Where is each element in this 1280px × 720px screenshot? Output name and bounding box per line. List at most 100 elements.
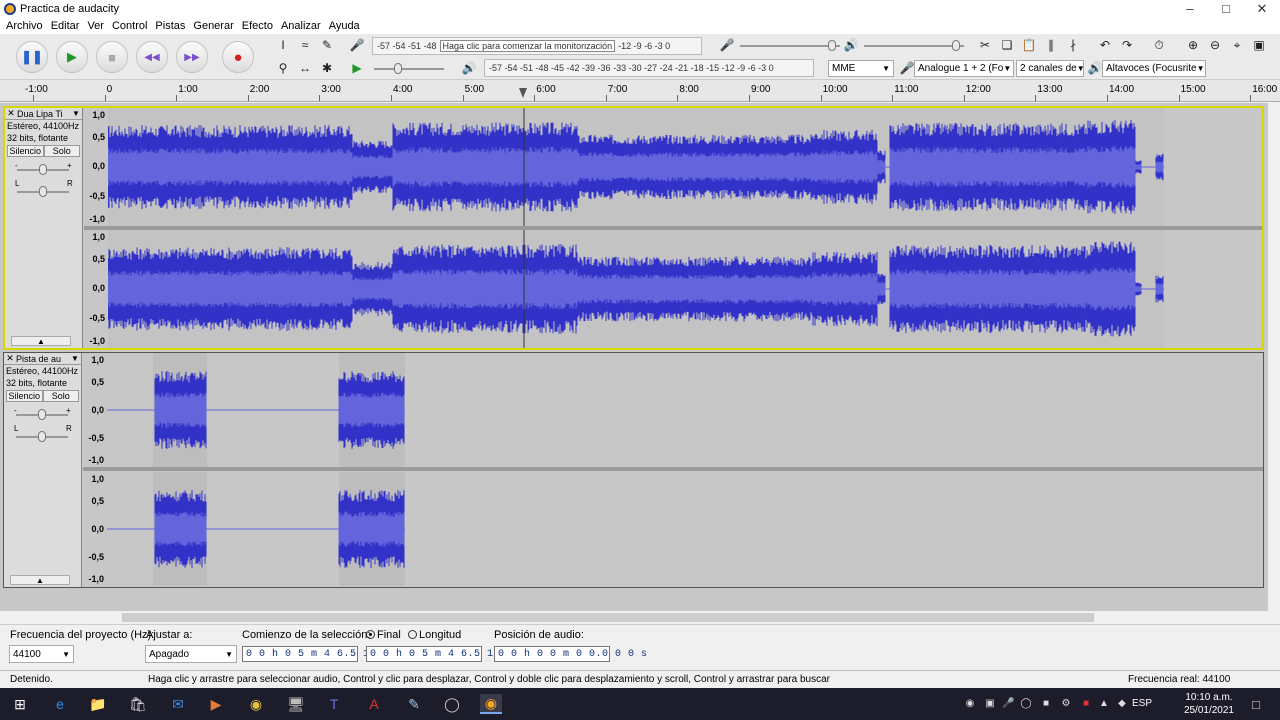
record-meter[interactable]: -57 -54 -51 -48 Haga clic para comenzar … bbox=[372, 37, 702, 55]
close-track-icon[interactable]: ✕ bbox=[4, 353, 16, 364]
skip-start-button[interactable]: ◀◀ bbox=[136, 41, 168, 73]
tray-icon[interactable]: ◯ bbox=[1020, 698, 1032, 710]
fit-project-icon[interactable]: ▣ bbox=[1250, 36, 1268, 54]
media-player-icon[interactable]: ▶ bbox=[206, 694, 226, 714]
taskbar-clock[interactable]: 10:10 a.m. 25/01/2021 bbox=[1184, 691, 1234, 717]
chrome-icon[interactable]: ◉ bbox=[246, 694, 266, 714]
zoom-tool-icon[interactable]: ⚲ bbox=[274, 59, 292, 77]
redo-icon[interactable]: ↷ bbox=[1118, 36, 1136, 54]
timeline-ruler[interactable]: -1:00 0 1:00 2:00 3:00 4:00 5:00 6:00 7:00 8:00 9:… bbox=[0, 80, 1280, 102]
tray-icon[interactable]: ◉ bbox=[964, 698, 976, 710]
notifications-icon[interactable]: □ bbox=[1250, 697, 1262, 712]
dropbox-icon[interactable]: ◆ bbox=[1116, 698, 1128, 710]
mute-button[interactable]: Silencio bbox=[7, 145, 44, 157]
mute-button[interactable]: Silencio bbox=[6, 390, 43, 402]
menu-control[interactable]: Control bbox=[108, 20, 151, 32]
waveform-channel-right[interactable] bbox=[107, 472, 1263, 586]
project-rate-select[interactable]: 44100 ▼ bbox=[9, 645, 74, 663]
tray-icon[interactable]: ■ bbox=[1040, 698, 1052, 710]
sync-lock-icon[interactable]: ⏱ bbox=[1150, 36, 1168, 54]
end-radio[interactable]: Final bbox=[366, 629, 401, 641]
draw-tool-icon[interactable]: ✎ bbox=[318, 36, 336, 54]
file-explorer-icon[interactable]: 📁 bbox=[88, 694, 108, 714]
pause-button[interactable]: ❚❚ bbox=[16, 41, 48, 73]
menu-generar[interactable]: Generar bbox=[189, 20, 237, 32]
vertical-scale[interactable]: 1,0 0,5 0,0 -0,5 -1,0 bbox=[84, 230, 108, 348]
tray-icon[interactable]: ■ bbox=[1080, 698, 1092, 710]
audio-host-select[interactable]: MME ▼ bbox=[828, 60, 894, 77]
pan-slider[interactable] bbox=[17, 186, 69, 197]
close-track-icon[interactable]: ✕ bbox=[5, 108, 17, 119]
close-icon[interactable]: ✕ bbox=[1244, 1, 1280, 17]
language-indicator[interactable]: ESP bbox=[1132, 698, 1152, 709]
waveform-channel-right[interactable] bbox=[108, 230, 1262, 348]
gain-slider[interactable] bbox=[17, 164, 69, 175]
channel-separator[interactable] bbox=[83, 467, 1263, 471]
collapse-track-icon[interactable]: ▲ bbox=[11, 336, 71, 346]
menu-ayuda[interactable]: Ayuda bbox=[325, 20, 364, 32]
skip-end-button[interactable]: ▶▶ bbox=[176, 41, 208, 73]
record-button[interactable]: ● bbox=[222, 41, 254, 73]
mail-icon[interactable]: ✉ bbox=[168, 694, 188, 714]
play-at-speed-icon[interactable]: ▶ bbox=[348, 59, 366, 77]
playhead-marker-icon[interactable] bbox=[519, 88, 527, 98]
tray-icon[interactable]: ▣ bbox=[984, 698, 996, 710]
paste-icon[interactable]: 📋 bbox=[1020, 36, 1038, 54]
trim-icon[interactable]: ∥ bbox=[1042, 36, 1060, 54]
copy-icon[interactable]: ❏ bbox=[998, 36, 1016, 54]
fit-selection-icon[interactable]: ⌖ bbox=[1228, 36, 1246, 54]
track-dua-lipa[interactable]: ✕ Dua Lipa Ti ▼ Estéreo, 44100Hz 32 bits… bbox=[3, 106, 1264, 350]
multi-tool-icon[interactable]: ✱ bbox=[318, 59, 336, 77]
tray-icon[interactable]: ⚙ bbox=[1060, 698, 1072, 710]
zoom-out-icon[interactable]: ⊖ bbox=[1206, 36, 1224, 54]
playback-volume-slider[interactable] bbox=[864, 40, 964, 51]
selection-end-time[interactable]: 0 0 h 0 5 m 4 6.5 1 6 s bbox=[366, 646, 519, 662]
audio-position-time[interactable]: 0 0 h 0 0 m 0 0.0 0 0 s bbox=[494, 646, 647, 662]
obs-icon[interactable]: ◯ bbox=[442, 694, 462, 714]
menu-archivo[interactable]: Archivo bbox=[2, 20, 47, 32]
cut-icon[interactable]: ✂ bbox=[976, 36, 994, 54]
undo-icon[interactable]: ↶ bbox=[1096, 36, 1114, 54]
collapse-track-icon[interactable]: ▲ bbox=[10, 575, 70, 585]
record-volume-slider[interactable] bbox=[740, 40, 840, 51]
track-menu-icon[interactable]: ▼ bbox=[70, 109, 82, 118]
solo-button[interactable]: Solo bbox=[42, 390, 79, 402]
timeshift-tool-icon[interactable]: ↔ bbox=[296, 59, 314, 77]
track-menu-icon[interactable]: ▼ bbox=[69, 354, 81, 363]
track-pista-de-audio[interactable]: ✕ Pista de au ▼ Estéreo, 44100Hz 32 bits… bbox=[3, 352, 1264, 588]
playback-meter-icon[interactable]: 🔊 bbox=[460, 59, 478, 77]
solo-button[interactable]: Solo bbox=[43, 145, 80, 157]
vertical-scale[interactable]: 1,0 0,5 0,0 -0,5 -1,0 bbox=[84, 108, 108, 226]
notes-icon[interactable]: ✎ bbox=[404, 694, 424, 714]
tray-icon[interactable]: 🎤 bbox=[1002, 698, 1014, 710]
selection-start-time[interactable]: 0 0 h 0 5 m 4 6.5 1 6 s bbox=[242, 646, 395, 662]
play-button[interactable]: ▶ bbox=[56, 41, 88, 73]
length-radio[interactable]: Longitud bbox=[408, 629, 461, 641]
play-speed-slider[interactable] bbox=[374, 63, 444, 74]
waveform-channel-left[interactable] bbox=[108, 108, 1262, 226]
menu-pistas[interactable]: Pistas bbox=[151, 20, 189, 32]
menu-editar[interactable]: Editar bbox=[47, 20, 84, 32]
channels-select[interactable]: 2 canales de ▼ bbox=[1016, 60, 1084, 77]
menu-efecto[interactable]: Efecto bbox=[238, 20, 277, 32]
pan-slider[interactable] bbox=[16, 431, 68, 442]
record-meter-icon[interactable]: 🎤 bbox=[348, 36, 366, 54]
waveform-channel-left[interactable] bbox=[107, 353, 1263, 467]
stop-button[interactable]: ■ bbox=[96, 41, 128, 73]
silence-icon[interactable]: ∤ bbox=[1064, 36, 1082, 54]
tracks-area[interactable]: ✕ Dua Lipa Ti ▼ Estéreo, 44100Hz 32 bits… bbox=[0, 103, 1268, 611]
menu-analizar[interactable]: Analizar bbox=[277, 20, 325, 32]
track-name[interactable]: Pista de au bbox=[16, 354, 69, 364]
audacity-taskbar-icon[interactable]: ◉ bbox=[480, 694, 502, 714]
edge-browser-icon[interactable]: e bbox=[50, 694, 70, 714]
snap-to-select[interactable]: Apagado ▼ bbox=[145, 645, 237, 663]
acrobat-icon[interactable]: A bbox=[364, 694, 384, 714]
teams-icon[interactable]: T bbox=[324, 694, 344, 714]
tray-icon[interactable]: ▲ bbox=[1098, 698, 1110, 710]
zoom-in-icon[interactable]: ⊕ bbox=[1184, 36, 1202, 54]
minimize-icon[interactable]: – bbox=[1172, 1, 1208, 17]
windows-start-icon[interactable]: ⊞ bbox=[10, 694, 30, 714]
horizontal-scrollbar[interactable] bbox=[0, 611, 1268, 624]
vertical-scale[interactable]: 1,0 0,5 0,0 -0,5 -1,0 bbox=[83, 353, 107, 467]
input-device-select[interactable]: Analogue 1 + 2 (Fo ▼ bbox=[914, 60, 1014, 77]
